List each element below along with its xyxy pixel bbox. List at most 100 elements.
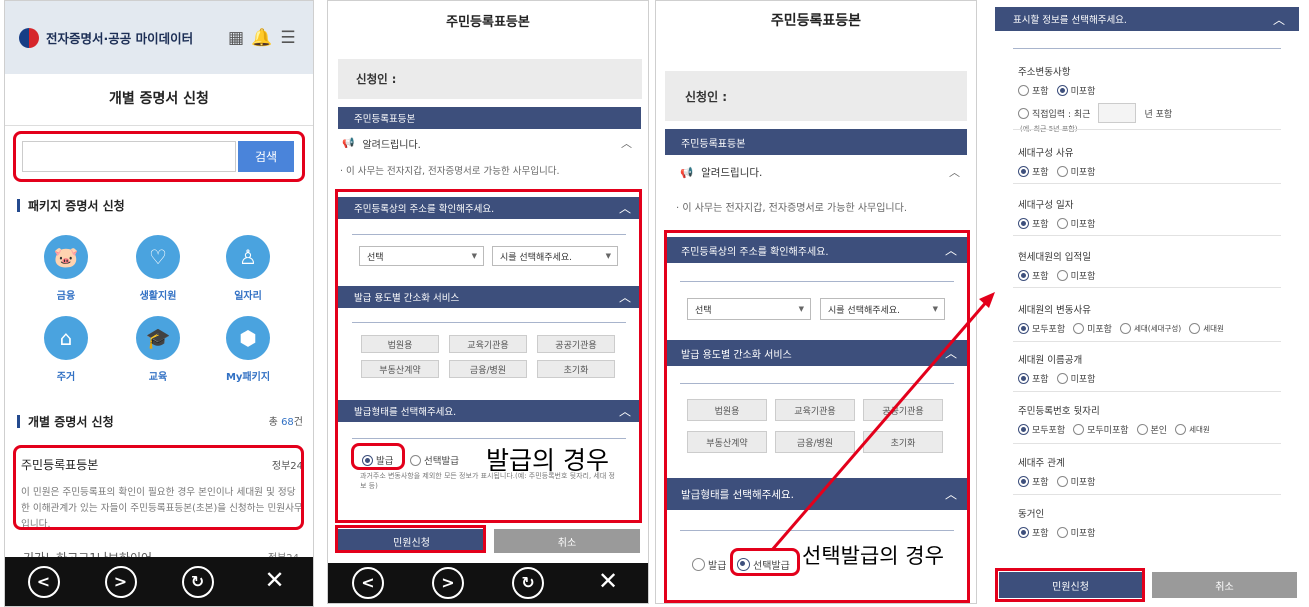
- radio-on-icon: [1018, 270, 1029, 281]
- address-header[interactable]: 주민등록상의 주소를 확인해주세요. ︿: [338, 197, 641, 219]
- radio-exclude[interactable]: 미포함: [1056, 526, 1095, 539]
- group-member-names: 세대원 이름공개 포함 미포함: [1018, 352, 1095, 385]
- radio-self[interactable]: 본인: [1136, 423, 1167, 436]
- radio-selective[interactable]: 선택발급: [410, 453, 459, 467]
- city-select[interactable]: 시를 선택해주세요.: [492, 246, 618, 266]
- package-tile[interactable]: ♙ 일자리: [226, 235, 270, 302]
- radio-all-include[interactable]: 모두포함: [1018, 322, 1065, 335]
- radio-off-icon: [1119, 323, 1131, 334]
- tile-label: 금융: [56, 291, 76, 302]
- bell-icon[interactable]: 🔔: [251, 28, 273, 48]
- radio-exclude[interactable]: 미포함: [1056, 84, 1096, 97]
- search-button[interactable]: 검색: [238, 141, 294, 172]
- radio-exclude[interactable]: 미포함: [1056, 475, 1096, 488]
- purpose-option-button[interactable]: 부동산계약: [687, 431, 767, 453]
- notice-row[interactable]: 📢 알려드립니다. ︿: [342, 132, 642, 154]
- radio-all-exclude[interactable]: 모두미포함: [1073, 423, 1129, 436]
- forward-icon[interactable]: >: [104, 565, 137, 598]
- purpose-option-button[interactable]: 공공기관용: [537, 335, 615, 353]
- refresh-icon[interactable]: ↻: [512, 567, 544, 599]
- purpose-option-button[interactable]: 법원용: [361, 335, 439, 353]
- radio-exclude[interactable]: 미포함: [1056, 217, 1095, 230]
- radio-off-icon: [1018, 107, 1029, 119]
- radio-include[interactable]: 포함: [1018, 84, 1049, 97]
- purpose-option-button[interactable]: 교육기관용: [775, 399, 855, 421]
- radio-on-icon: [737, 558, 750, 571]
- search-input[interactable]: [22, 141, 236, 172]
- apply-button[interactable]: 민원신청: [338, 529, 485, 553]
- radio-label: 포함: [1032, 478, 1049, 488]
- province-select[interactable]: 선택: [359, 246, 484, 266]
- package-tile[interactable]: 🎓 교육: [136, 316, 180, 383]
- radio-include[interactable]: 포함: [1018, 269, 1049, 282]
- radio-issue[interactable]: 발급: [692, 557, 726, 572]
- close-icon[interactable]: ✕: [259, 566, 291, 598]
- package-icon: ⬢: [226, 316, 270, 360]
- radio-include[interactable]: 포함: [1018, 475, 1049, 488]
- address-header[interactable]: 주민등록상의 주소를 확인해주세요. ︿: [665, 237, 967, 263]
- radio-exclude[interactable]: 미포함: [1073, 322, 1112, 335]
- radio-selective[interactable]: 선택발급: [737, 557, 790, 572]
- purpose-option-button[interactable]: 초기화: [537, 360, 615, 378]
- menu-icon[interactable]: ☰: [277, 28, 299, 48]
- radio-member[interactable]: 세대원: [1189, 323, 1224, 334]
- notice-row[interactable]: 📢 알려드립니다. ︿: [680, 159, 970, 185]
- back-icon[interactable]: <: [352, 567, 384, 599]
- radio-direct[interactable]: 직접입력 : 최근: [1018, 107, 1090, 120]
- list-item[interactable]: 주민등록표등본 정부24 이 민원은 주민등록표의 확인이 필요한 경우 본인이…: [21, 456, 303, 533]
- purpose-option-button[interactable]: 부동산계약: [361, 360, 439, 378]
- group-resident-number: 주민등록번호 뒷자리 모두포함 모두미포함 본인 세대원: [1018, 403, 1210, 436]
- group-label: 현세대원의 입적일: [1018, 252, 1091, 263]
- radio-label: 미포함: [1070, 478, 1096, 488]
- apply-button[interactable]: 민원신청: [999, 572, 1142, 598]
- years-input[interactable]: [1098, 103, 1137, 123]
- divider: [680, 281, 954, 282]
- radio-all-include[interactable]: 모두포함: [1018, 423, 1065, 436]
- radio-exclude[interactable]: 미포함: [1056, 372, 1095, 385]
- purpose-header[interactable]: 발급 용도별 간소화 서비스 ︿: [338, 286, 641, 308]
- divider: [352, 234, 626, 235]
- purpose-option-button[interactable]: 초기화: [863, 431, 943, 453]
- count-number: 68: [281, 417, 294, 428]
- purpose-option-button[interactable]: 금융/병원: [449, 360, 527, 378]
- purpose-option-button[interactable]: 법원용: [687, 399, 767, 421]
- radio-on-icon: [1018, 424, 1029, 435]
- package-tile[interactable]: 🐷 금융: [44, 235, 88, 302]
- radio-include[interactable]: 포함: [1018, 526, 1049, 539]
- purpose-option-button[interactable]: 교육기관용: [449, 335, 527, 353]
- radio-exclude[interactable]: 미포함: [1056, 269, 1095, 282]
- province-select[interactable]: 선택: [687, 298, 811, 320]
- back-icon[interactable]: <: [27, 565, 60, 598]
- radio-include[interactable]: 포함: [1018, 217, 1049, 230]
- purpose-option-button[interactable]: 공공기관용: [863, 399, 943, 421]
- forward-icon[interactable]: >: [432, 567, 464, 599]
- purpose-header[interactable]: 발급 용도별 간소화 서비스 ︿: [665, 340, 967, 366]
- issue-type-header[interactable]: 발급형태를 선택해주세요. ︿: [338, 400, 641, 422]
- city-select[interactable]: 시를 선택해주세요.: [820, 298, 945, 320]
- package-tile[interactable]: ♡ 생활지원: [136, 235, 180, 302]
- issue-type-header[interactable]: 발급형태를 선택해주세요. ︿: [665, 478, 967, 510]
- radio-off-icon: [692, 558, 705, 571]
- refresh-icon[interactable]: ↻: [181, 565, 214, 598]
- group-label: 세대구성 사유: [1018, 148, 1074, 159]
- radio-label: 포함: [1032, 272, 1049, 282]
- radio-include[interactable]: 포함: [1018, 165, 1049, 178]
- cancel-button[interactable]: 취소: [494, 529, 640, 553]
- radio-label: 포함: [1032, 87, 1049, 97]
- form-title: 주민등록표등본: [770, 13, 862, 29]
- option-group: 세대구성 일자 포함 미포함: [1018, 197, 1095, 230]
- radio-label: 미포함: [1070, 87, 1096, 97]
- package-tile[interactable]: ⌂ 주거: [44, 316, 88, 383]
- purpose-option-button[interactable]: 금융/병원: [775, 431, 855, 453]
- package-tile[interactable]: ⬢ My패키지: [226, 316, 270, 383]
- display-options-header[interactable]: 표시할 정보를 선택해주세요. ︿: [995, 7, 1299, 31]
- close-icon[interactable]: ✕: [592, 567, 624, 599]
- radio-issue[interactable]: 발급: [362, 453, 393, 467]
- radio-exclude[interactable]: 미포함: [1056, 165, 1095, 178]
- qr-code-icon[interactable]: ▦: [225, 28, 247, 48]
- radio-member[interactable]: 세대원: [1175, 424, 1210, 435]
- cancel-button[interactable]: 취소: [1152, 572, 1297, 598]
- caption-selective: 선택발급의 경우: [802, 544, 944, 568]
- radio-include[interactable]: 포함: [1018, 372, 1049, 385]
- radio-household[interactable]: 세대(세대구성): [1119, 323, 1181, 334]
